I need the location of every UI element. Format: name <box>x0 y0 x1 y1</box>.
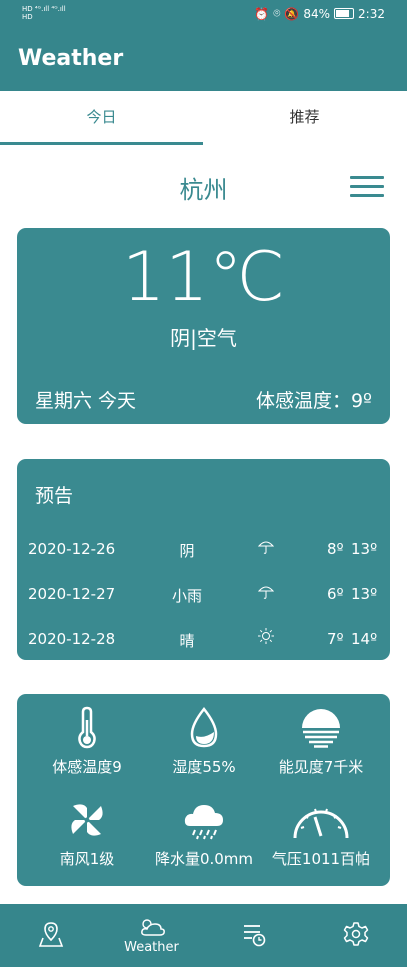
mute-icon: 🔕 <box>284 6 300 21</box>
humidity-drop-icon <box>190 706 218 748</box>
current-day: 星期六 今天 <box>35 390 137 412</box>
detail-label: 气压1011百帕 <box>271 850 371 868</box>
forecast-card: 预告 2020-12-26 阴 8º 13º 2020-12-27 小雨 6º … <box>17 459 390 660</box>
detail-humidity: 湿度55% <box>142 706 266 777</box>
tab-bar: 今日 推荐 <box>0 91 407 146</box>
wind-fan-icon <box>71 804 103 836</box>
forecast-low: 6º <box>327 585 344 603</box>
forecast-weather: 阴 <box>179 542 195 560</box>
detail-label: 能见度7千米 <box>278 758 364 776</box>
forecast-low: 8º <box>327 540 344 558</box>
forecast-date: 2020-12-28 <box>28 630 116 648</box>
battery-icon <box>334 8 355 19</box>
weather-icon <box>140 919 165 936</box>
app-bar: Weather <box>0 28 407 91</box>
settings-gear-icon <box>343 922 368 946</box>
current-condition: 阴|空气 <box>170 326 237 350</box>
detail-label: 降水量0.0mm <box>154 850 254 868</box>
detail-label: 体感温度9 <box>52 758 122 776</box>
battery-percent: 84% <box>303 6 331 21</box>
forecast-high: 13º <box>351 585 378 603</box>
forecast-row: 2020-12-27 小雨 6º 13º <box>17 579 390 609</box>
detail-wind: 南风1级 <box>25 798 149 869</box>
forecast-row: 2020-12-26 阴 8º 13º <box>17 534 390 564</box>
detail-label: 南风1级 <box>59 850 115 868</box>
status-bar: HD ⁴ᴳ.ıll ⁴ᴳ.ıll HD ⏰ ⌾ 🔕 84% 2:32 <box>0 0 407 28</box>
app-title: Weather <box>18 46 124 71</box>
alarm-icon: ⏰ <box>254 6 270 21</box>
visibility-icon <box>302 709 340 748</box>
forecast-high: 13º <box>351 540 378 558</box>
detail-visibility: 能见度7千米 <box>259 706 383 777</box>
feels-like: 体感温度：9º <box>255 390 372 412</box>
rain-cloud-icon <box>184 805 223 840</box>
clock-time: 2:32 <box>358 6 385 21</box>
city-name: 杭州 <box>179 176 228 204</box>
umbrella-icon <box>257 586 275 599</box>
detail-pressure: 气压1011百帕 <box>259 798 383 869</box>
schedule-list-icon <box>243 925 265 947</box>
details-card: 体感温度9 湿度55% 能见度7千米 南风1级 降水量0.0mm 气压1011百… <box>17 694 390 886</box>
umbrella-icon <box>257 541 275 554</box>
location-status-icon: ⌾ <box>273 6 281 20</box>
tab-today[interactable]: 今日 <box>0 91 203 146</box>
menu-icon[interactable] <box>350 176 384 198</box>
detail-feels-like: 体感温度9 <box>25 706 149 777</box>
pressure-gauge-icon <box>293 808 349 839</box>
thermometer-icon <box>78 706 96 749</box>
nav-location[interactable] <box>0 904 101 967</box>
forecast-low: 7º <box>327 630 344 648</box>
current-temperature: 11℃ <box>122 238 285 317</box>
forecast-weather: 晴 <box>179 632 195 650</box>
forecast-weather: 小雨 <box>171 587 202 605</box>
nav-settings[interactable] <box>305 904 406 967</box>
forecast-date: 2020-12-27 <box>28 585 116 603</box>
nav-schedule[interactable] <box>203 904 304 967</box>
nav-weather-label: Weather <box>124 940 179 955</box>
bottom-navigation: Weather <box>0 904 407 967</box>
current-weather-card: 11℃ 阴|空气 星期六 今天 体感温度：9º <box>17 228 390 424</box>
status-right: ⏰ ⌾ 🔕 84% 2:32 <box>254 6 385 21</box>
nav-weather[interactable]: Weather <box>101 904 202 967</box>
forecast-title: 预告 <box>35 485 74 507</box>
location-icon <box>38 922 63 947</box>
detail-precipitation: 降水量0.0mm <box>142 798 266 869</box>
tab-indicator <box>0 142 203 145</box>
network-indicator: HD ⁴ᴳ.ıll ⁴ᴳ.ıll HD <box>22 5 66 21</box>
tab-recommend[interactable]: 推荐 <box>203 91 406 146</box>
forecast-date: 2020-12-26 <box>28 540 116 558</box>
detail-label: 湿度55% <box>172 758 236 776</box>
forecast-row: 2020-12-28 晴 7º 14º <box>17 624 390 654</box>
forecast-high: 14º <box>351 630 378 648</box>
sun-icon <box>258 628 274 644</box>
